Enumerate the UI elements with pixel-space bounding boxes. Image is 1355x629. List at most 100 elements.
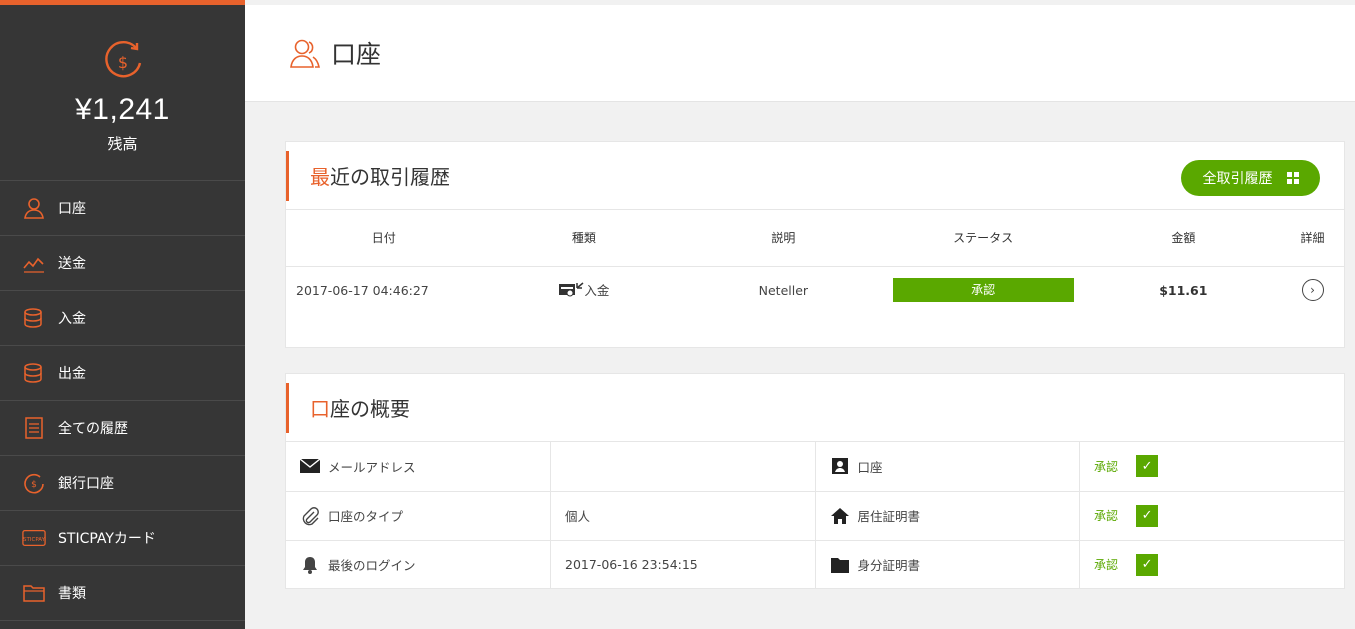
balance-label: 残高 <box>107 135 138 153</box>
sidebar-item-label: 全ての履歴 <box>58 421 128 437</box>
check-icon: ✓ <box>1136 553 1159 576</box>
row-detail-cell: › <box>1281 266 1344 314</box>
table-header-row: 日付 種類 説明 ステータス 金額 詳細 <box>286 210 1344 267</box>
history-icon <box>22 416 46 440</box>
detail-chevron-icon[interactable]: › <box>1301 279 1324 302</box>
row-date: 2017-06-17 04:46:27 <box>296 282 429 298</box>
panel-title: 最近の取引履歴 <box>310 161 450 190</box>
doc-label: 身分証明書 <box>857 558 921 574</box>
doc-label-cell: 口座 <box>815 442 1080 492</box>
sidebar-item-label: 送金 <box>58 256 86 272</box>
col-type: 種類 <box>481 210 687 267</box>
table-row: メールアドレス 口座 承認 ✓ <box>286 442 1344 492</box>
panel-accent-bar <box>286 383 289 433</box>
grid-icon <box>1286 172 1299 184</box>
balance-box: $ ¥1,241 残高 <box>0 5 245 181</box>
overview-label-cell: 口座のタイプ <box>286 491 551 541</box>
check-icon: ✓ <box>1136 504 1159 527</box>
col-detail: 詳細 <box>1281 210 1344 267</box>
title-first-char: 最 <box>310 165 330 189</box>
table-row: 2017-06-17 04:46:27 入金 Neteller 承認 $11.6… <box>286 266 1344 314</box>
doc-label-cell: 居住証明書 <box>815 491 1080 541</box>
bank-icon: $ <box>22 471 46 495</box>
recent-transactions-panel: 最近の取引履歴 全取引履歴 日付 種類 説明 ステータス 金額 詳細 2017-… <box>285 141 1345 348</box>
envelope-icon <box>300 456 320 476</box>
title-rest: 近の取引履歴 <box>330 165 450 189</box>
table-row: 最後のログイン 2017-06-16 23:54:15 身分証明書 承認 ✓ <box>286 540 1344 589</box>
deposit-card-icon <box>559 282 584 297</box>
balance-dollar-icon: $ <box>104 41 141 78</box>
table-row: 口座のタイプ 個人 居住証明書 承認 ✓ <box>286 491 1344 541</box>
sidebar-item-label: 銀行口座 <box>58 476 114 492</box>
approved-text: 承認 <box>1094 509 1119 523</box>
card-icon: STICPAY <box>22 526 46 550</box>
svg-text:$: $ <box>31 480 37 490</box>
overview-label-cell: 最後のログイン <box>286 540 551 589</box>
folder-icon <box>22 581 46 605</box>
page-title: 口座 <box>331 40 382 69</box>
sidebar-item-label: STICPAYカード <box>58 531 156 547</box>
overview-table: メールアドレス 口座 承認 ✓ 口座のタイプ 個人 居住証明書 承認 ✓ 最後の… <box>286 442 1344 589</box>
col-amount: 金額 <box>1085 210 1282 267</box>
col-date: 日付 <box>286 210 482 267</box>
sidebar-item-account[interactable]: 口座 <box>0 181 245 236</box>
sidebar-item-label: 書類 <box>58 586 86 602</box>
account-icon <box>22 196 46 220</box>
approved-text: 承認 <box>1094 459 1119 474</box>
sidebar-item-card[interactable]: STICPAY STICPAYカード <box>0 511 245 566</box>
main-content: 口座 最近の取引履歴 全取引履歴 日付 種類 説明 ステータス 金額 詳細 20… <box>245 0 1355 629</box>
withdraw-icon <box>22 361 46 385</box>
row-desc: Neteller <box>758 282 809 298</box>
account-icon <box>290 39 320 68</box>
transactions-table: 日付 種類 説明 ステータス 金額 詳細 2017-06-17 04:46:27… <box>286 210 1344 314</box>
title-first-char: 口 <box>310 397 330 421</box>
panel-accent-bar <box>286 151 289 201</box>
deposit-icon <box>22 306 46 330</box>
overview-label: 口座のタイプ <box>328 509 404 524</box>
overview-label: 最後のログイン <box>328 558 416 574</box>
status-badge: 承認 <box>892 278 1074 303</box>
col-desc: 説明 <box>686 210 881 267</box>
overview-value <box>550 442 816 492</box>
sidebar-item-bank[interactable]: $ 銀行口座 <box>0 456 245 511</box>
id-card-icon <box>830 456 850 476</box>
transfer-icon <box>22 251 46 275</box>
all-transactions-label: 全取引履歴 <box>1202 171 1273 187</box>
overview-label: メールアドレス <box>328 459 416 475</box>
sidebar-item-documents[interactable]: 書類 <box>0 566 245 621</box>
panel-header: 最近の取引履歴 全取引履歴 <box>286 142 1344 210</box>
title-rest: 座の概要 <box>330 397 410 421</box>
bell-icon <box>300 555 320 575</box>
overview-value: 2017-06-16 23:54:15 <box>550 540 816 589</box>
overview-value: 個人 <box>550 491 816 541</box>
sidebar-item-label: 口座 <box>58 201 86 217</box>
col-status: ステータス <box>880 210 1086 267</box>
home-icon <box>830 506 850 526</box>
sidebar-item-transfer[interactable]: 送金 <box>0 236 245 291</box>
folder-icon <box>830 555 850 575</box>
sidebar-item-withdraw[interactable]: 出金 <box>0 346 245 401</box>
row-type-cell: 入金 <box>482 266 686 314</box>
approved-text: 承認 <box>1094 558 1119 573</box>
doc-label: 口座 <box>857 459 883 475</box>
doc-status-cell: 承認 ✓ <box>1079 491 1344 541</box>
account-overview-panel: 口座の概要 メールアドレス 口座 承認 ✓ 口座のタイプ 個人 居住証明書 承認… <box>285 373 1345 589</box>
sidebar-item-label: 出金 <box>58 366 86 382</box>
row-type: 入金 <box>584 282 610 298</box>
overview-label-cell: メールアドレス <box>286 442 551 492</box>
row-status-cell: 承認 <box>881 266 1086 314</box>
all-transactions-button[interactable]: 全取引履歴 <box>1181 160 1320 196</box>
sidebar-item-label: 入金 <box>58 311 86 327</box>
paperclip-icon <box>300 506 320 526</box>
check-icon: ✓ <box>1136 455 1159 478</box>
doc-status-cell: 承認 ✓ <box>1080 540 1345 589</box>
doc-label-cell: 身分証明書 <box>815 540 1080 589</box>
doc-label: 居住証明書 <box>857 509 921 524</box>
panel-title: 口座の概要 <box>310 393 410 422</box>
sidebar: $ ¥1,241 残高 口座 送金 入金 出金 全ての履歴 $ 銀行口座 STI… <box>0 0 245 629</box>
doc-status-cell: 承認 ✓ <box>1079 442 1344 492</box>
sidebar-item-deposit[interactable]: 入金 <box>0 291 245 346</box>
sidebar-item-history[interactable]: 全ての履歴 <box>0 401 245 456</box>
svg-text:$: $ <box>117 53 127 72</box>
balance-amount: ¥1,241 <box>75 93 170 126</box>
